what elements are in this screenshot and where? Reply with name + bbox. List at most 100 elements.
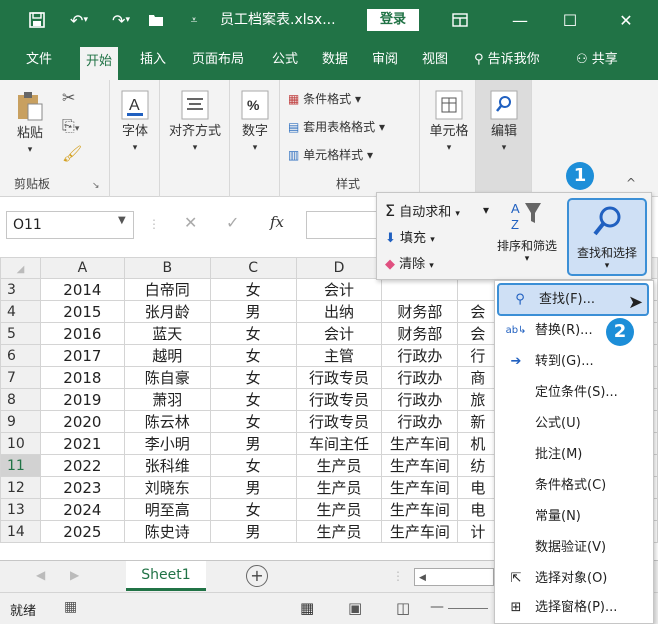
grid-cell[interactable]: 男 [209, 520, 297, 543]
grid-cell[interactable]: 财务部 [381, 300, 459, 323]
cells-button[interactable]: 单元格 ▾ [424, 90, 474, 154]
collapse-ribbon-icon[interactable]: ^ [626, 176, 636, 190]
paste-button[interactable]: 粘贴 ▾ [12, 90, 48, 156]
grid-cell[interactable]: 生产员 [295, 476, 383, 499]
grid-cell[interactable] [457, 278, 499, 301]
tab-file[interactable]: 文件 [24, 40, 54, 80]
tab-review[interactable]: 审阅 [370, 40, 400, 80]
grid-cell[interactable]: 李小明 [123, 432, 211, 455]
tab-data[interactable]: 数据 [320, 40, 350, 80]
add-sheet-icon[interactable]: + [246, 565, 268, 587]
grid-cell[interactable]: 张月龄 [123, 300, 211, 323]
editing-button[interactable]: 编辑 ▾ [480, 90, 528, 154]
grid-cell[interactable]: 女 [209, 366, 297, 389]
grid-cell[interactable]: 车间主任 [295, 432, 383, 455]
row-header[interactable]: 4 [0, 300, 41, 323]
autosum-dropdown-icon[interactable]: ▾ [483, 203, 489, 217]
font-button[interactable]: A 字体 ▾ [116, 90, 154, 154]
grid-cell[interactable]: 生产车间 [381, 454, 459, 477]
grid-cell[interactable]: 2021 [39, 432, 125, 455]
row-header[interactable]: 11 [0, 454, 41, 477]
grid-cell[interactable]: 行政办 [381, 410, 459, 433]
grid-cell[interactable]: 2017 [39, 344, 125, 367]
row-header[interactable]: 13 [0, 498, 41, 521]
grid-cell[interactable]: 商 [457, 366, 499, 389]
menu-item-comments[interactable]: 批注(M) [495, 438, 653, 471]
menu-item-conditional-format[interactable]: 条件格式(C) [495, 469, 653, 502]
column-header-c[interactable]: C [209, 257, 297, 279]
grid-cell[interactable]: 张科维 [123, 454, 211, 477]
next-sheet-icon[interactable]: ▶ [70, 568, 79, 582]
menu-item-selection-pane[interactable]: ⊞ 选择窗格(P)... [495, 591, 653, 624]
tab-view[interactable]: 视图 [420, 40, 450, 80]
name-box[interactable]: O11 [6, 211, 134, 239]
insert-function-icon[interactable]: fx [270, 213, 284, 231]
grid-cell[interactable]: 2024 [39, 498, 125, 521]
prev-sheet-icon[interactable]: ◀ [36, 568, 45, 582]
grid-cell[interactable]: 机 [457, 432, 499, 455]
grid-cell[interactable]: 女 [209, 278, 297, 301]
grid-cell[interactable]: 行政专员 [295, 388, 383, 411]
macro-record-icon[interactable]: ▦ [64, 599, 77, 615]
grid-cell[interactable]: 计 [457, 520, 499, 543]
grid-cell[interactable]: 2022 [39, 454, 125, 477]
alignment-button[interactable]: 对齐方式 ▾ [162, 90, 228, 154]
grid-cell[interactable]: 纺 [457, 454, 499, 477]
row-header[interactable]: 5 [0, 322, 41, 345]
cell-style-button[interactable]: ▥ 单元格样式 ▾ [288, 146, 373, 163]
grid-cell[interactable]: 2018 [39, 366, 125, 389]
grid-cell[interactable]: 会计 [295, 278, 383, 301]
page-layout-view-icon[interactable]: ▣ [348, 599, 362, 617]
grid-cell[interactable]: 男 [209, 300, 297, 323]
open-folder-icon[interactable] [142, 0, 170, 40]
grid-cell[interactable]: 女 [209, 498, 297, 521]
cancel-icon[interactable]: ✕ [184, 213, 197, 232]
grid-cell[interactable]: 生产员 [295, 520, 383, 543]
grid-cell[interactable]: 白帝同 [123, 278, 211, 301]
grid-cell[interactable]: 财务部 [381, 322, 459, 345]
sort-filter-button[interactable]: AZ 排序和筛选 ▾ [491, 199, 563, 264]
grid-cell[interactable]: 2023 [39, 476, 125, 499]
grid-cell[interactable]: 女 [209, 322, 297, 345]
grid-cell[interactable]: 生产车间 [381, 432, 459, 455]
zoom-out-icon[interactable]: — [430, 599, 444, 615]
row-header[interactable]: 10 [0, 432, 41, 455]
table-format-button[interactable]: ▤ 套用表格格式 ▾ [288, 118, 385, 135]
grid-cell[interactable]: 2025 [39, 520, 125, 543]
undo-icon[interactable]: ↶ ▾ [60, 0, 98, 40]
copy-icon[interactable]: ⎘▾ [62, 116, 79, 136]
grid-cell[interactable]: 2016 [39, 322, 125, 345]
grid-cell[interactable]: 女 [209, 410, 297, 433]
zoom-slider[interactable] [448, 608, 488, 609]
find-select-button[interactable]: 查找和选择 ▾ [567, 198, 647, 276]
customize-qat-icon[interactable]: ⩡ [184, 0, 204, 40]
namebox-dropdown-icon[interactable]: ▼ [118, 215, 126, 226]
grid-cell[interactable]: 2020 [39, 410, 125, 433]
grid-cell[interactable]: 萧羽 [123, 388, 211, 411]
column-header-d[interactable]: D [295, 257, 383, 279]
grid-cell[interactable]: 明至高 [123, 498, 211, 521]
autosum-button[interactable]: Σ 自动求和 ▾ [385, 199, 460, 223]
row-header[interactable]: 14 [0, 520, 41, 543]
grid-cell[interactable]: 陈自豪 [123, 366, 211, 389]
row-header[interactable]: 9 [0, 410, 41, 433]
grid-cell[interactable]: 行政专员 [295, 410, 383, 433]
page-break-view-icon[interactable]: ◫ [396, 599, 410, 617]
grid-cell[interactable]: 生产车间 [381, 520, 459, 543]
grid-cell[interactable]: 生产车间 [381, 498, 459, 521]
grid-cell[interactable]: 男 [209, 476, 297, 499]
select-all-corner[interactable]: ◢ [0, 257, 41, 279]
grid-cell[interactable]: 生产车间 [381, 476, 459, 499]
menu-item-formulas[interactable]: 公式(U) [495, 407, 653, 440]
grid-cell[interactable]: 会 [457, 300, 499, 323]
menu-item-goto-special[interactable]: 定位条件(S)... [495, 376, 653, 409]
conditional-format-button[interactable]: ▦ 条件格式 ▾ [288, 90, 361, 107]
grid-cell[interactable]: 电 [457, 476, 499, 499]
normal-view-icon[interactable]: ▦ [300, 599, 314, 617]
number-button[interactable]: % 数字 ▾ [236, 90, 274, 154]
grid-cell[interactable]: 旅 [457, 388, 499, 411]
menu-item-constants[interactable]: 常量(N) [495, 500, 653, 533]
grid-cell[interactable]: 2015 [39, 300, 125, 323]
grid-cell[interactable]: 会计 [295, 322, 383, 345]
grid-cell[interactable]: 女 [209, 344, 297, 367]
